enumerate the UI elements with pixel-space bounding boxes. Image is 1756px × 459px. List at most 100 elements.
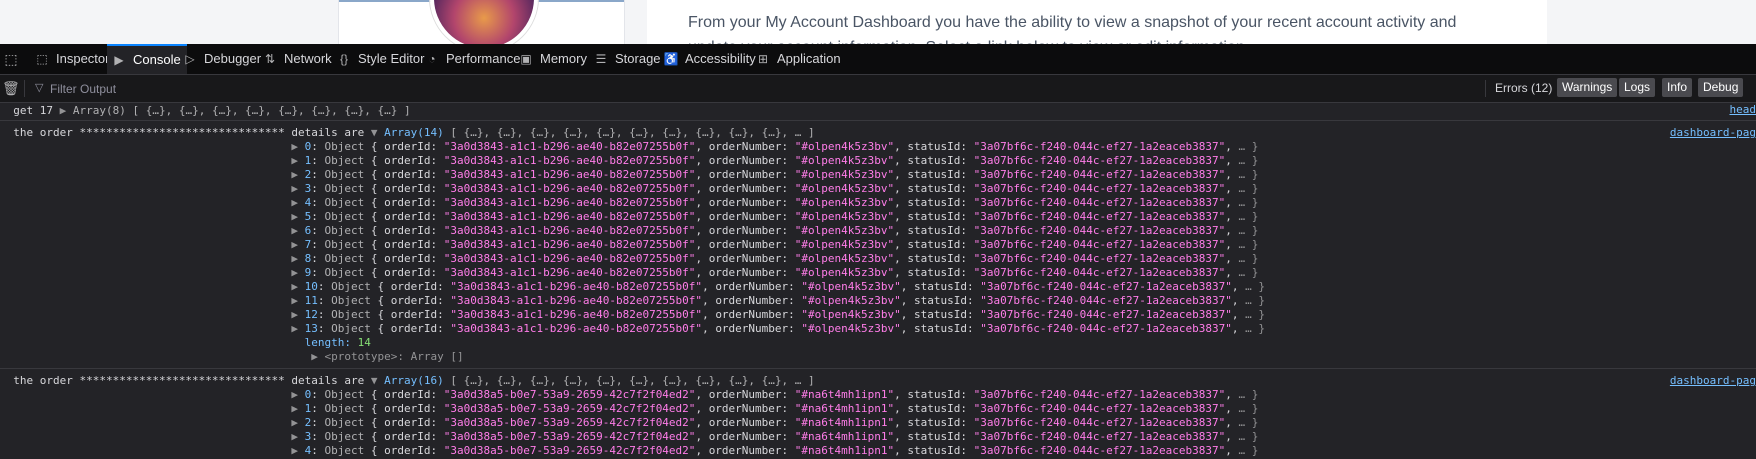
tab-label: Accessibility bbox=[685, 51, 756, 66]
expand-twisty[interactable]: ▶ bbox=[291, 430, 298, 443]
tab-memory[interactable]: ▣ Memory bbox=[514, 44, 593, 74]
web-page: From your My Account Dashboard you have … bbox=[0, 0, 1756, 44]
errors-filter-button[interactable]: Errors (12) bbox=[1495, 81, 1552, 95]
expand-twisty[interactable]: ▶ bbox=[291, 238, 298, 251]
level-debug-button[interactable]: Debug bbox=[1698, 78, 1744, 97]
message-summary[interactable]: Array(8) [ {…}, {…}, {…}, {…}, {…}, {…},… bbox=[73, 104, 411, 117]
order-id-key: orderId: bbox=[384, 210, 438, 223]
order-number-value: "#olpen4k5z3bv" bbox=[794, 252, 895, 265]
tab-storage[interactable]: ☰ Storage bbox=[589, 44, 667, 74]
array-item-row[interactable]: ▶ 0: Object { orderId: "3a0d3843-a1c1-b2… bbox=[0, 140, 1756, 154]
tab-label: Storage bbox=[615, 51, 661, 66]
array-item-row[interactable]: ▶ 4: Object { orderId: "3a0d38a5-b0e7-53… bbox=[0, 444, 1756, 458]
object-ellipsis: … } bbox=[1238, 388, 1259, 401]
expand-twisty[interactable]: ▶ bbox=[311, 350, 318, 363]
array-index: 3 bbox=[304, 430, 312, 443]
array-index: 7 bbox=[304, 238, 312, 251]
array-item-row[interactable]: ▶ 1: Object { orderId: "3a0d3843-a1c1-b2… bbox=[0, 154, 1756, 168]
array-item-row[interactable]: ▶ 3: Object { orderId: "3a0d38a5-b0e7-53… bbox=[0, 430, 1756, 444]
array-item-row[interactable]: ▶ 0: Object { orderId: "3a0d38a5-b0e7-53… bbox=[0, 388, 1756, 402]
expand-twisty[interactable]: ▶ bbox=[291, 294, 298, 307]
expand-twisty[interactable]: ▶ bbox=[291, 416, 298, 429]
status-id-key: statusId: bbox=[907, 402, 967, 415]
source-link[interactable]: head bbox=[1730, 103, 1756, 117]
status-id-value: "3a07bf6c-f240-044c-ef27-1a2eaceb3837" bbox=[980, 322, 1232, 335]
tab-debugger[interactable]: ▷ Debugger bbox=[178, 44, 267, 74]
order-id-value: "3a0d3843-a1c1-b296-ae40-b82e07255b0f" bbox=[443, 140, 696, 153]
object-ellipsis: … } bbox=[1238, 168, 1259, 181]
array-item-row[interactable]: ▶ 8: Object { orderId: "3a0d3843-a1c1-b2… bbox=[0, 252, 1756, 266]
tab-application[interactable]: ⊞ Application bbox=[751, 44, 847, 74]
prototype-row[interactable]: <prototype>: Array [] bbox=[325, 350, 464, 363]
array-summary[interactable]: [ {…}, {…}, {…}, {…}, {…}, {…}, {…}, {…}… bbox=[450, 374, 814, 387]
expand-twisty[interactable]: ▶ bbox=[291, 168, 298, 181]
expand-twisty[interactable]: ▶ bbox=[291, 388, 298, 401]
expand-twisty[interactable]: ▶ bbox=[291, 266, 298, 279]
expand-twisty[interactable]: ▶ bbox=[291, 210, 298, 223]
array-summary[interactable]: [ {…}, {…}, {…}, {…}, {…}, {…}, {…}, {…}… bbox=[450, 126, 814, 139]
expand-twisty[interactable]: ▶ bbox=[291, 322, 298, 335]
expand-twisty[interactable]: ▶ bbox=[291, 280, 298, 293]
order-number-value: "#olpen4k5z3bv" bbox=[794, 266, 895, 279]
status-id-key: statusId: bbox=[907, 182, 967, 195]
tab-label: Application bbox=[777, 51, 841, 66]
collapse-twisty[interactable]: ▼ bbox=[371, 374, 378, 387]
level-logs-button[interactable]: Logs bbox=[1619, 78, 1656, 97]
array-item-row[interactable]: ▶ 3: Object { orderId: "3a0d3843-a1c1-b2… bbox=[0, 182, 1756, 196]
array-item-row[interactable]: ▶ 13: Object { orderId: "3a0d3843-a1c1-b… bbox=[0, 322, 1756, 336]
tab-performance[interactable]: ◔ Performance bbox=[420, 44, 526, 74]
clear-console-icon[interactable]: 🗑 bbox=[2, 79, 20, 97]
expand-twisty[interactable]: ▶ bbox=[291, 224, 298, 237]
expand-twisty[interactable]: ▶ bbox=[291, 252, 298, 265]
array-index: 1 bbox=[304, 154, 312, 167]
tab-network[interactable]: ⇅ Network bbox=[258, 44, 338, 74]
source-link[interactable]: dashboard-pag bbox=[1670, 126, 1756, 140]
array-index: 8 bbox=[304, 252, 312, 265]
expand-twisty[interactable]: ▶ bbox=[291, 308, 298, 321]
array-item-row[interactable]: ▶ 1: Object { orderId: "3a0d38a5-b0e7-53… bbox=[0, 402, 1756, 416]
order-number-value: "#olpen4k5z3bv" bbox=[801, 294, 901, 307]
order-id-value: "3a0d3843-a1c1-b296-ae40-b82e07255b0f" bbox=[450, 322, 703, 335]
order-number-value: "#olpen4k5z3bv" bbox=[794, 182, 895, 195]
source-link[interactable]: dashboard-pag bbox=[1670, 374, 1756, 388]
array-item-row[interactable]: ▶ 6: Object { orderId: "3a0d3843-a1c1-b2… bbox=[0, 224, 1756, 238]
expand-twisty[interactable]: ▶ bbox=[291, 140, 298, 153]
tab-console[interactable]: ▶ Console bbox=[107, 44, 187, 74]
expand-twisty[interactable]: ▶ bbox=[291, 154, 298, 167]
tab-accessibility[interactable]: ♿ Accessibility bbox=[659, 44, 762, 74]
array-item-row[interactable]: ▶ 10: Object { orderId: "3a0d3843-a1c1-b… bbox=[0, 280, 1756, 294]
element-picker-icon[interactable]: ⬚ bbox=[0, 44, 22, 74]
expand-twisty[interactable]: ▶ bbox=[291, 196, 298, 209]
expand-twisty[interactable]: ▶ bbox=[291, 402, 298, 415]
array-item-row[interactable]: ▶ 9: Object { orderId: "3a0d3843-a1c1-b2… bbox=[0, 266, 1756, 280]
collapse-twisty[interactable]: ▼ bbox=[371, 126, 378, 139]
object-ellipsis: … } bbox=[1238, 266, 1259, 279]
tab-style-editor[interactable]: {} Style Editor bbox=[332, 44, 430, 74]
expand-twisty[interactable]: ▶ bbox=[60, 104, 67, 117]
level-info-button[interactable]: Info bbox=[1662, 78, 1693, 97]
expand-twisty[interactable]: ▶ bbox=[291, 444, 298, 457]
array-index: 2 bbox=[304, 168, 312, 181]
array-type[interactable]: Array(16) bbox=[384, 374, 444, 387]
array-type[interactable]: Array(14) bbox=[384, 126, 444, 139]
order-number-key: orderNumber: bbox=[708, 388, 789, 401]
array-item-row[interactable]: ▶ 11: Object { orderId: "3a0d3843-a1c1-b… bbox=[0, 294, 1756, 308]
level-warnings-button[interactable]: Warnings bbox=[1557, 78, 1618, 97]
array-item-row[interactable]: ▶ 7: Object { orderId: "3a0d3843-a1c1-b2… bbox=[0, 238, 1756, 252]
status-id-key: statusId: bbox=[907, 444, 967, 457]
status-id-value: "3a07bf6c-f240-044c-ef27-1a2eaceb3837" bbox=[973, 266, 1226, 279]
order-number-key: orderNumber: bbox=[708, 402, 789, 415]
array-item-row[interactable]: ▶ 5: Object { orderId: "3a0d3843-a1c1-b2… bbox=[0, 210, 1756, 224]
status-id-key: statusId: bbox=[914, 280, 974, 293]
status-id-key: statusId: bbox=[907, 224, 967, 237]
array-item-row[interactable]: ▶ 2: Object { orderId: "3a0d3843-a1c1-b2… bbox=[0, 168, 1756, 182]
array-index: 10 bbox=[304, 280, 318, 293]
devtools-toolbar: ⬚ ⬚ Inspector ▶ Console ▷ Debugger ⇅ Network {} S… bbox=[0, 44, 1756, 75]
array-item-row[interactable]: ▶ 12: Object { orderId: "3a0d3843-a1c1-b… bbox=[0, 308, 1756, 322]
array-item-row[interactable]: ▶ 4: Object { orderId: "3a0d3843-a1c1-b2… bbox=[0, 196, 1756, 210]
tab-inspector[interactable]: ⬚ Inspector bbox=[30, 44, 115, 74]
order-number-value: "#na6t4mh1ipn1" bbox=[794, 430, 895, 443]
array-item-row[interactable]: ▶ 2: Object { orderId: "3a0d38a5-b0e7-53… bbox=[0, 416, 1756, 430]
filter-output-input[interactable] bbox=[48, 78, 352, 100]
expand-twisty[interactable]: ▶ bbox=[291, 182, 298, 195]
